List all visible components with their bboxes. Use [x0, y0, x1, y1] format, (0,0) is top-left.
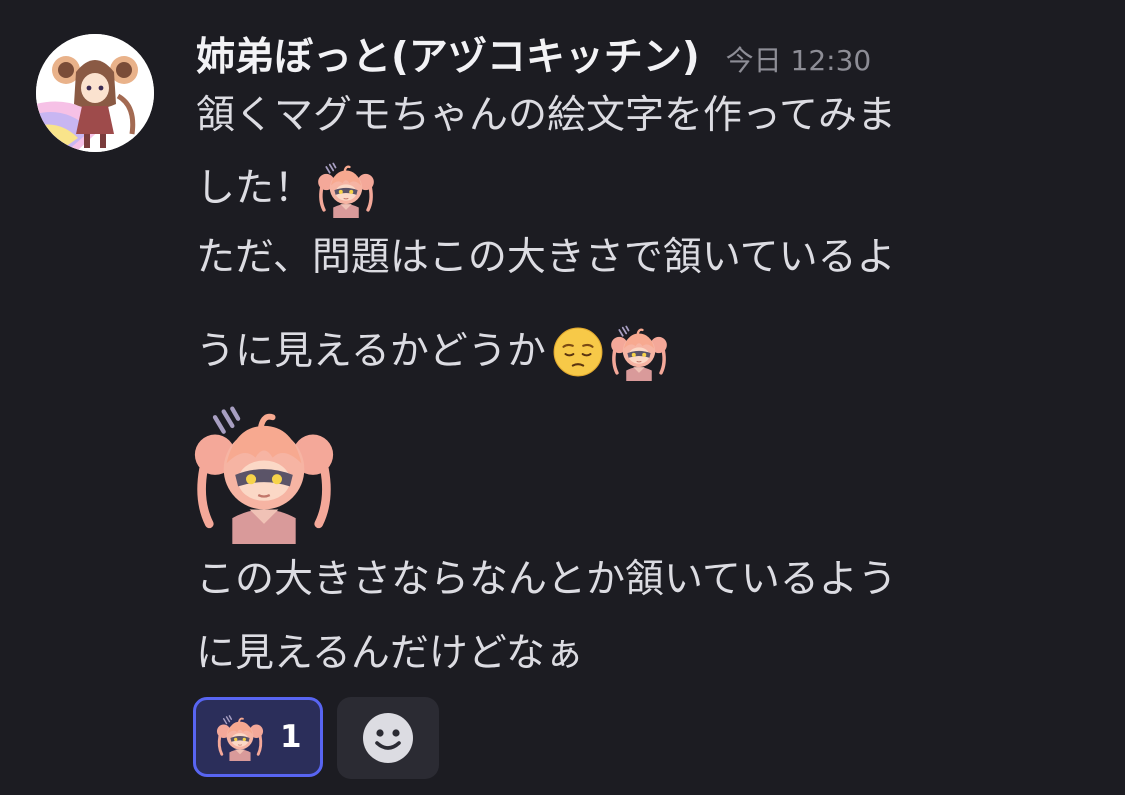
message-line: に見えるんだけどなぁ [196, 630, 584, 678]
add-reaction-button[interactable] [337, 697, 439, 779]
message-text: ただ、問題はこの大きさで頷いているよ [196, 235, 896, 280]
pensive-face-emoji [552, 326, 604, 378]
message-text: した！ [196, 166, 314, 211]
message-text: に見えるんだけどなぁ [196, 631, 585, 676]
avatar-illustration [36, 34, 154, 152]
reaction-bar: 1 [193, 697, 439, 779]
reaction-magumo-nod[interactable]: 1 [193, 697, 323, 777]
reaction-count: 1 [280, 719, 302, 755]
magumo-nod-emoji [317, 160, 375, 218]
message-line: うに見えるかどうか [196, 323, 668, 381]
message-text: 頷くマグモちゃんの絵文字を作ってみま [196, 93, 897, 138]
chat-message: 姉弟ぼっと(アヅコキッチン) 今日 12:30 頷くマグモちゃんの絵文字を作って… [0, 0, 1125, 795]
message-line: 頷くマグモちゃんの絵文字を作ってみま [196, 92, 896, 140]
smiley-add-reaction-icon [363, 713, 413, 763]
author-name[interactable]: 姉弟ぼっと(アヅコキッチン) [196, 26, 700, 82]
avatar[interactable] [36, 34, 154, 152]
message-line: この大きさならなんとか頷いているよう [196, 556, 897, 604]
message-line: ただ、問題はこの大きさで頷いているよ [196, 234, 896, 282]
magumo-nod-emoji-large [192, 400, 336, 544]
timestamp: 今日 12:30 [725, 44, 872, 77]
message-text: この大きさならなんとか頷いているよう [196, 557, 897, 602]
message-text: うに見えるかどうか [196, 329, 546, 374]
message-header: 姉弟ぼっと(アヅコキッチン) 今日 12:30 [196, 26, 871, 86]
magumo-nod-emoji [610, 323, 668, 381]
message-line: した！ [196, 160, 375, 218]
magumo-nod-emoji [216, 713, 264, 761]
